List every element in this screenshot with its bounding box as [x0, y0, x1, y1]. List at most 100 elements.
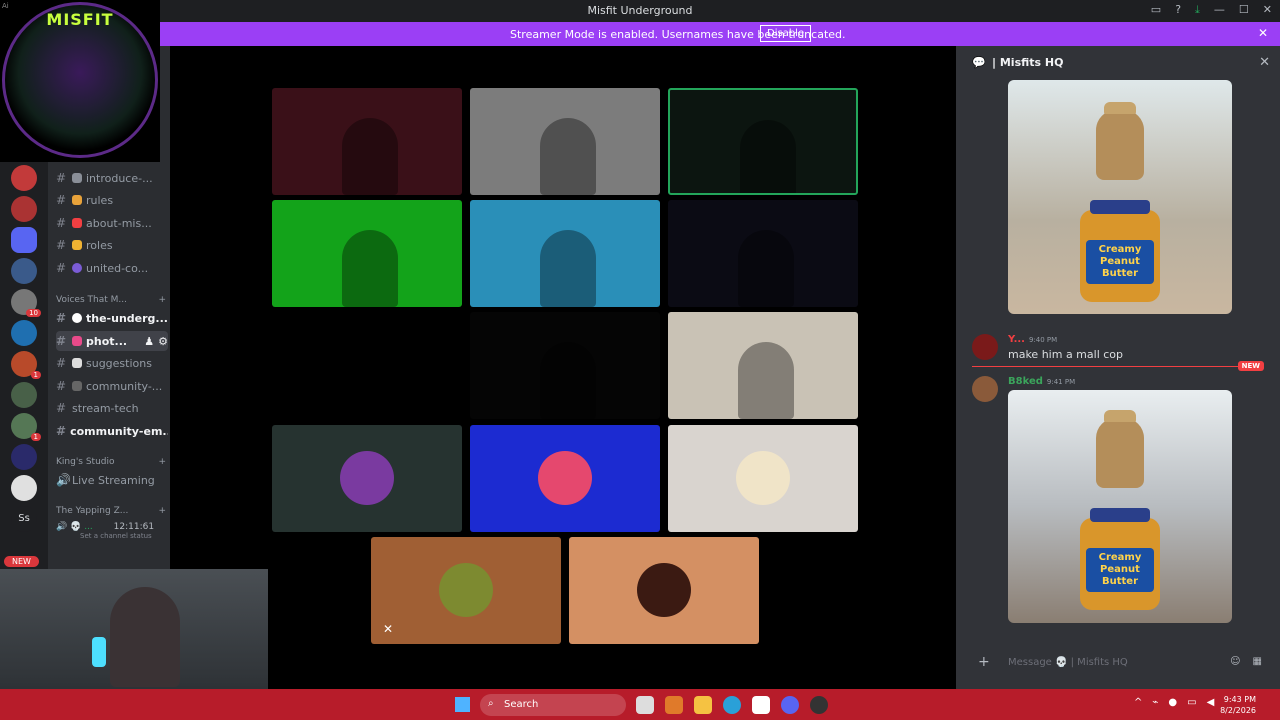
- server-list: 10 1 1 Ss NEW: [0, 160, 48, 570]
- participant-video-tile[interactable]: [668, 200, 858, 307]
- category-kings-studio[interactable]: King's Studio +: [56, 457, 168, 467]
- store-icon[interactable]: [752, 696, 770, 714]
- display-icon[interactable]: ▭: [1187, 697, 1196, 708]
- invite-icon[interactable]: ♟: [144, 335, 154, 348]
- channel-emoji-icon: [72, 358, 82, 368]
- mic-icon[interactable]: ●: [1168, 697, 1177, 708]
- channel-the-underground[interactable]: # the-underg...: [56, 308, 168, 328]
- channel-photo[interactable]: # phot... ♟ ⚙: [56, 331, 168, 351]
- image-attachment[interactable]: Creamy Peanut Butter: [1008, 80, 1232, 314]
- participant-video-tile[interactable]: [272, 200, 462, 307]
- start-button[interactable]: [455, 697, 470, 712]
- channel-suggestions[interactable]: # suggestions: [56, 353, 168, 373]
- clock-time: 9:43 PM: [1223, 695, 1256, 704]
- server-icon[interactable]: [11, 320, 37, 346]
- channel-stream-tech[interactable]: # stream-tech: [56, 398, 168, 418]
- cop-hat: [1104, 102, 1136, 114]
- discord-icon[interactable]: [781, 696, 799, 714]
- task-view-icon[interactable]: [636, 696, 654, 714]
- participant-video-tile[interactable]: [668, 312, 858, 419]
- category-voices[interactable]: Voices That M... +: [56, 295, 168, 305]
- edge-icon[interactable]: [723, 696, 741, 714]
- taskbar-clock[interactable]: 9:43 PM 8/2/2026: [1220, 694, 1256, 716]
- settings-icon[interactable]: ⚙: [158, 335, 168, 348]
- participant-video-tile[interactable]: [470, 312, 660, 419]
- channel-live-streaming[interactable]: 🔊 Live Streaming: [56, 470, 168, 490]
- chevron-up-icon[interactable]: ^: [1134, 697, 1142, 708]
- mute-icon: ✕: [383, 622, 394, 636]
- participant-avatar-tile[interactable]: [569, 537, 759, 644]
- message-author[interactable]: Y... 9:40 PM: [1008, 334, 1057, 345]
- server-icon[interactable]: 10: [11, 289, 41, 317]
- help-icon[interactable]: ?: [1175, 3, 1181, 17]
- participant-avatar-tile[interactable]: ✕: [371, 537, 561, 644]
- server-icon[interactable]: [11, 196, 37, 222]
- participant-avatar: [340, 451, 394, 505]
- participant-video-tile[interactable]: [272, 88, 462, 195]
- participant-avatar-tile[interactable]: [272, 425, 462, 532]
- channel-status[interactable]: Set a channel status: [80, 532, 154, 540]
- server-icon[interactable]: 1: [11, 351, 41, 379]
- server-icon[interactable]: [11, 227, 37, 253]
- network-icon[interactable]: ⌁: [1152, 697, 1158, 708]
- hash-icon: #: [56, 238, 67, 252]
- message-input[interactable]: Message 💀 | Misfits HQ: [1008, 657, 1128, 668]
- channel-label: Live Streaming: [72, 473, 155, 487]
- channel-label: roles: [86, 238, 113, 252]
- add-channel-icon[interactable]: +: [158, 457, 166, 467]
- participant-video-tile[interactable]: [272, 312, 462, 419]
- server-icon[interactable]: [11, 382, 37, 408]
- channel-united[interactable]: # united-co...: [56, 258, 168, 278]
- channel-about[interactable]: # about-mis...: [56, 213, 168, 233]
- server-icon[interactable]: [11, 444, 37, 470]
- message-author[interactable]: B8ked 9:41 PM: [1008, 376, 1075, 387]
- participant-video-tile[interactable]: [470, 88, 660, 195]
- participant-avatar-tile[interactable]: [470, 425, 660, 532]
- disable-streamer-mode-button[interactable]: Disable: [760, 25, 812, 42]
- participant-video-tile[interactable]: [668, 88, 858, 195]
- window-titlebar: Misfit Underground ▭ ? ⤓ — ☐ ✕: [0, 0, 1280, 22]
- server-icon[interactable]: [11, 258, 37, 284]
- author-name: Y...: [1008, 334, 1025, 345]
- avatar[interactable]: [972, 334, 998, 360]
- message-composer[interactable]: + Message 💀 | Misfits HQ ☺ ▦: [972, 649, 1266, 677]
- avatar[interactable]: [972, 376, 998, 402]
- channel-label: community-em...: [70, 424, 168, 438]
- server-icon[interactable]: [11, 165, 37, 191]
- file-explorer-icon[interactable]: [694, 696, 712, 714]
- server-initials[interactable]: Ss: [11, 506, 37, 532]
- add-channel-icon[interactable]: +: [158, 295, 166, 305]
- voice-channel-entry[interactable]: 🔊 💀 ... 12:11:61 Set a channel status: [56, 522, 154, 540]
- volume-icon[interactable]: ◀: [1207, 697, 1215, 708]
- server-icon[interactable]: [11, 475, 37, 501]
- channel-emoji-icon: [72, 336, 82, 346]
- category-yapping[interactable]: The Yapping Z... +: [56, 506, 168, 516]
- minimize-button[interactable]: —: [1214, 3, 1225, 17]
- apps-icon[interactable]: ▦: [1253, 656, 1262, 667]
- emoji-icon[interactable]: ☺: [1230, 656, 1240, 667]
- close-icon[interactable]: ✕: [1258, 26, 1268, 40]
- windows-taskbar: ⌕ Search ^ ⌁ ● ▭ ◀ 9:43 PM 8/2/2026: [0, 689, 1280, 720]
- download-icon[interactable]: ⤓: [1195, 3, 1200, 17]
- copilot-icon[interactable]: [665, 696, 683, 714]
- channel-rules[interactable]: # rules: [56, 190, 168, 210]
- participant-avatar-tile[interactable]: [668, 425, 858, 532]
- search-label: Search: [504, 699, 539, 710]
- channel-community[interactable]: # community-...: [56, 376, 168, 396]
- close-icon[interactable]: ✕: [1259, 55, 1270, 70]
- channel-community-em[interactable]: # community-em...: [56, 421, 168, 441]
- channel-roles[interactable]: # roles: [56, 235, 168, 255]
- add-attachment-icon[interactable]: +: [978, 654, 990, 670]
- participant-video-tile[interactable]: [470, 200, 660, 307]
- image-attachment[interactable]: Creamy Peanut Butter: [1008, 390, 1232, 623]
- obs-icon[interactable]: [810, 696, 828, 714]
- taskbar-search[interactable]: ⌕ Search: [480, 694, 626, 716]
- cop-figure: [1096, 410, 1144, 488]
- channel-introduce[interactable]: # introduce-...: [56, 168, 168, 188]
- server-icon[interactable]: 1: [11, 413, 41, 441]
- maximize-button[interactable]: ☐: [1239, 3, 1249, 17]
- add-channel-icon[interactable]: +: [158, 506, 166, 516]
- inbox-icon[interactable]: ▭: [1151, 3, 1161, 17]
- streamer-webcam-figure: [110, 587, 180, 687]
- close-window-button[interactable]: ✕: [1263, 3, 1272, 17]
